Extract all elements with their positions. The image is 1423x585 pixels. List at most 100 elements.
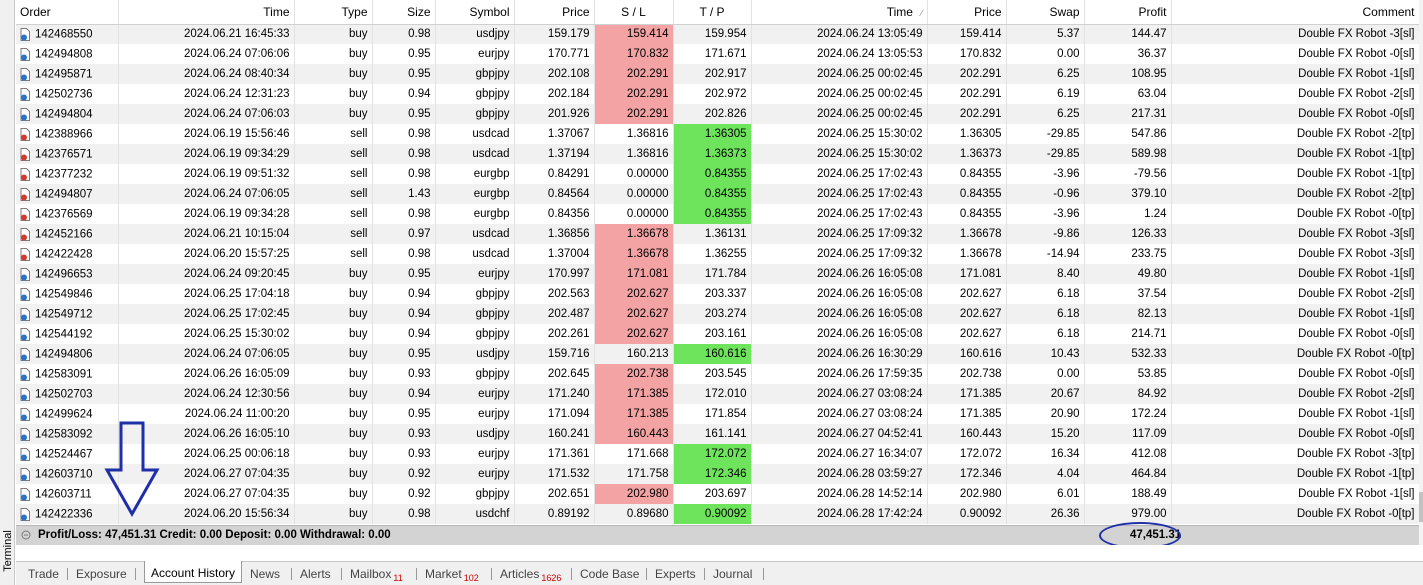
cell-swap: -3.96 [1006,164,1085,184]
col-header-symbol[interactable]: Symbol [435,0,515,25]
table-row[interactable]: 142495871 2024.06.24 08:40:34 buy 0.95 gbpjp… [16,64,1420,84]
col-header-type[interactable]: Type [294,0,373,25]
tab-account-history[interactable]: Account History [144,561,243,583]
table-row[interactable]: 142494808 2024.06.24 07:06:06 buy 0.95 eurjp… [16,44,1420,64]
cell-close-price: 172.346 [927,464,1007,484]
cell-comment: Double FX Robot -0[tp] [1171,504,1420,524]
table-row[interactable]: 142494804 2024.06.24 07:06:03 buy 0.95 gbpjp… [16,104,1420,124]
tab-exposure[interactable]: Exposure [76,564,127,584]
cell-close-time: 2024.06.28 17:42:24 [751,504,928,524]
tab-alerts[interactable]: Alerts [300,564,331,584]
cell-comment: Double FX Robot -0[tp] [1171,204,1420,224]
order-number: 142468550 [35,28,93,41]
cell-order: 142494806 [16,344,119,364]
table-row[interactable]: 142494806 2024.06.24 07:06:05 buy 0.95 usdjp… [16,344,1420,364]
cell-sl: 202.627 [594,284,674,304]
cell-symbol: usdjpy [435,344,515,364]
table-row[interactable]: 142502736 2024.06.24 12:31:23 buy 0.94 gbpjp… [16,84,1420,104]
order-number: 142494806 [35,348,93,361]
cell-tp: 203.697 [673,484,752,504]
cell-type: buy [294,64,373,84]
table-row[interactable]: 142468550 2024.06.21 16:45:33 buy 0.98 usdjp… [16,24,1420,44]
table-row[interactable]: 142452166 2024.06.21 10:15:04 sell 0.97 usdc… [16,224,1420,244]
cell-close-price: 1.36678 [927,224,1007,244]
cell-order: 142494808 [16,44,119,64]
table-row[interactable]: 142422336 2024.06.20 15:56:34 buy 0.98 usdch… [16,504,1420,524]
cell-order: 142494807 [16,184,119,204]
table-row[interactable]: 142583092 2024.06.26 16:05:10 buy 0.93 usdjp… [16,424,1420,444]
cell-sl: 159.414 [594,24,674,44]
cell-profit: 1.24 [1084,204,1172,224]
cell-profit: 547.86 [1084,124,1172,144]
tab-separator [704,568,705,580]
cell-sl: 1.36816 [594,124,674,144]
table-row[interactable]: 142544192 2024.06.25 15:30:02 buy 0.94 gbpjp… [16,324,1420,344]
table-row[interactable]: 142496653 2024.06.24 09:20:45 buy 0.95 eurjp… [16,264,1420,284]
col-header-close-price[interactable]: Price [927,0,1007,25]
table-row[interactable]: 142549846 2024.06.25 17:04:18 buy 0.94 gbpjp… [16,284,1420,304]
cell-size: 0.93 [372,444,436,464]
col-header-close-time[interactable]: Time ⁄ [751,0,928,25]
cell-open-time: 2024.06.25 17:02:45 [118,304,295,324]
table-row[interactable]: 142377232 2024.06.19 09:51:32 sell 0.98 eurg… [16,164,1420,184]
buy-order-icon [20,387,30,401]
cell-open-time: 2024.06.24 07:06:05 [118,184,295,204]
table-row[interactable]: 142603710 2024.06.27 07:04:35 buy 0.92 eurjp… [16,464,1420,484]
cell-type: buy [294,444,373,464]
table-row[interactable]: 142376569 2024.06.19 09:34:28 sell 0.98 eurg… [16,204,1420,224]
cell-profit: 214.71 [1084,324,1172,344]
order-number: 142494807 [35,188,93,201]
cell-size: 0.95 [372,44,436,64]
cell-open-time: 2024.06.24 09:20:45 [118,264,295,284]
tab-articles[interactable]: Articles 1626 [500,564,561,584]
vertical-scrollbar[interactable] [1419,0,1423,545]
summary-collapse-icon[interactable] [21,530,31,540]
tab-code-base[interactable]: Code Base [580,564,639,584]
table-row[interactable]: 142549712 2024.06.25 17:02:45 buy 0.94 gbpjp… [16,304,1420,324]
table-row[interactable]: 142499624 2024.06.24 11:00:20 buy 0.95 eurjp… [16,404,1420,424]
scrollbar-thumb[interactable] [1419,492,1423,522]
col-header-comment[interactable]: Comment [1171,0,1420,25]
tab-trade[interactable]: Trade [28,564,59,584]
col-header-tp[interactable]: T / P [673,0,752,25]
tab-mailbox[interactable]: Mailbox 11 [350,564,403,584]
table-row[interactable]: 142583091 2024.06.26 16:05:09 buy 0.93 gbpjp… [16,364,1420,384]
cell-sl: 202.738 [594,364,674,384]
cell-swap: 16.34 [1006,444,1085,464]
tab-experts[interactable]: Experts [655,564,696,584]
cell-sl: 202.980 [594,484,674,504]
col-header-order[interactable]: Order [16,0,119,25]
tab-news[interactable]: News [250,564,280,584]
cell-swap: 26.36 [1006,504,1085,524]
table-row[interactable]: 142603711 2024.06.27 07:04:35 buy 0.92 gbpjp… [16,484,1420,504]
tab-separator [571,568,572,580]
cell-close-price: 0.90092 [927,504,1007,524]
cell-comment: Double FX Robot -2[sl] [1171,284,1420,304]
cell-profit: 36.37 [1084,44,1172,64]
order-number: 142452166 [35,228,93,241]
table-row[interactable]: 142502703 2024.06.24 12:30:56 buy 0.94 eurjp… [16,384,1420,404]
cell-close-time: 2024.06.28 14:52:14 [751,484,928,504]
cell-close-time: 2024.06.26 16:05:08 [751,284,928,304]
col-header-swap[interactable]: Swap [1006,0,1085,25]
tab-separator [491,568,492,580]
cell-symbol: gbpjpy [435,84,515,104]
tab-separator [67,568,68,580]
tab-market[interactable]: Market 102 [425,564,479,584]
tab-count-badge: 1626 [541,573,562,583]
table-row[interactable]: 142422428 2024.06.20 15:57:25 sell 0.98 usdc… [16,244,1420,264]
table-row[interactable]: 142376571 2024.06.19 09:34:29 sell 0.98 usdc… [16,144,1420,164]
col-header-sl[interactable]: S / L [594,0,674,25]
table-row[interactable]: 142388966 2024.06.19 15:56:46 sell 0.98 usdc… [16,124,1420,144]
col-header-size[interactable]: Size [372,0,436,25]
col-header-profit[interactable]: Profit [1084,0,1172,25]
col-header-price[interactable]: Price [514,0,595,25]
col-header-open-time[interactable]: Time [118,0,295,25]
tab-journal[interactable]: Journal [713,564,752,584]
sort-icon: ⁄ [920,7,923,18]
sell-order-icon [20,247,30,261]
cell-swap: -14.94 [1006,244,1085,264]
cell-symbol: gbpjpy [435,484,515,504]
table-row[interactable]: 142494807 2024.06.24 07:06:05 sell 1.43 eurg… [16,184,1420,204]
table-row[interactable]: 142524467 2024.06.25 00:06:18 buy 0.93 eurjp… [16,444,1420,464]
